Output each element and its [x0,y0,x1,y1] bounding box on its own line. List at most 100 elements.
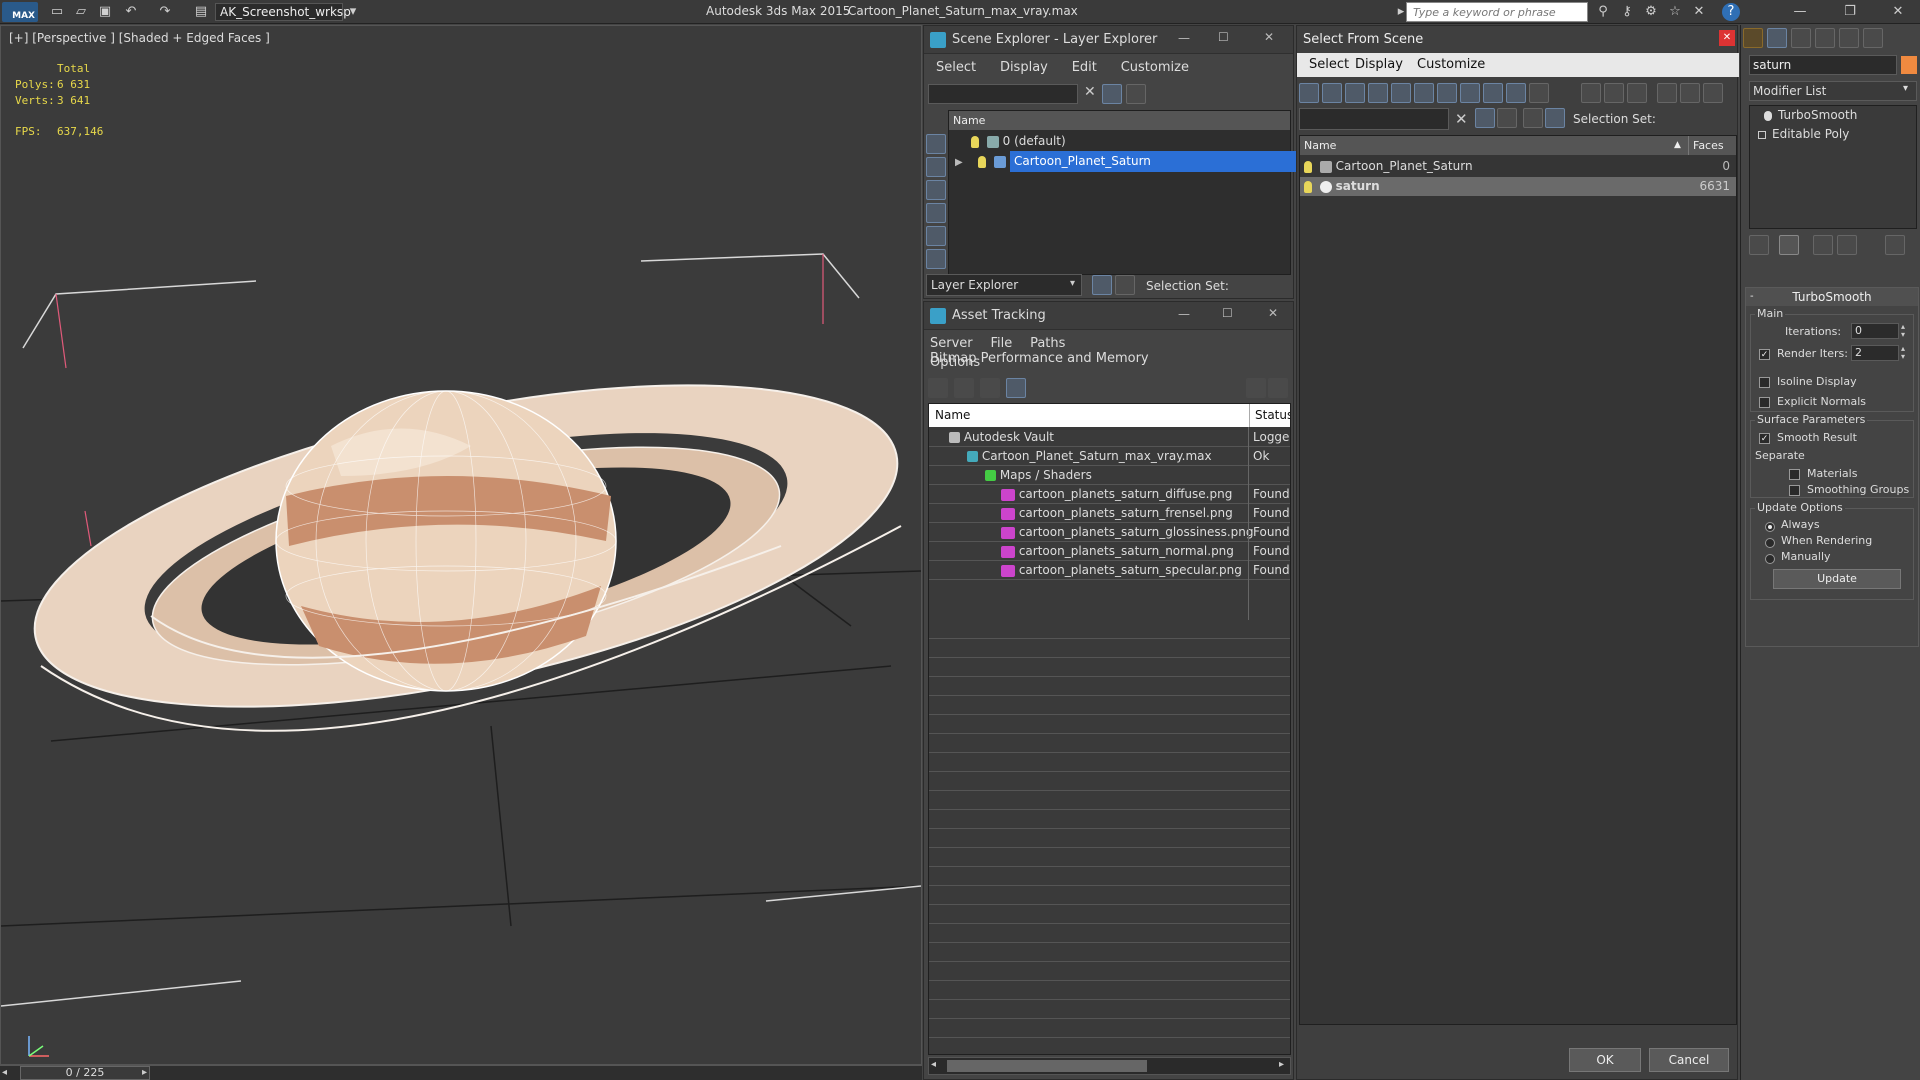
asset-settings-icon[interactable] [1268,378,1288,398]
display-geometry-icon[interactable] [1299,83,1319,103]
project-folder-icon[interactable]: ▤ [192,3,210,21]
redo-icon[interactable]: ↷ [156,3,174,21]
open-file-icon[interactable]: ▱ [72,3,90,21]
menu-select[interactable]: Select [1309,57,1349,72]
filter-toggle-icon[interactable] [1475,108,1495,128]
display-groups-icon[interactable] [1437,83,1457,103]
display-shapes-icon[interactable] [926,180,946,200]
help-icon[interactable]: ? [1722,3,1740,21]
menu-select[interactable]: Select [936,60,976,75]
configure-sets-icon[interactable] [1885,235,1905,255]
clear-filter-icon[interactable]: ✕ [1084,84,1096,100]
display-cameras-icon[interactable] [926,226,946,246]
menu-edit[interactable]: Edit [1072,60,1097,75]
show-end-result-icon[interactable] [1779,235,1799,255]
star-icon[interactable]: ☆ [1666,3,1684,21]
display-xrefs-icon[interactable] [1460,83,1480,103]
asset-row[interactable]: Cartoon_Planet_Saturn_max_vray.max Ok [929,447,1290,466]
expand-arrow-icon[interactable]: ▶ [955,157,963,168]
display-helpers-icon[interactable] [1391,83,1411,103]
scene-explorer-filter-input[interactable] [928,84,1078,104]
always-radio[interactable] [1765,519,1780,533]
exchange-icon[interactable]: ✕ [1690,3,1708,21]
asset-tracking-close-icon[interactable]: ✕ [1268,306,1278,320]
scroll-right-icon[interactable]: ▸ [1279,1059,1284,1070]
asset-col-name[interactable]: Name [935,404,970,427]
modifier-stack-item-editable-poly[interactable]: Editable Poly [1750,125,1916,144]
menu-options[interactable]: Options [930,355,980,370]
layer-visibility-icon[interactable] [978,155,987,168]
display-none-icon[interactable] [926,134,946,154]
filter-icon[interactable] [1657,83,1677,103]
sort-by-layer-icon[interactable] [1092,275,1112,295]
menu-display[interactable]: Display [1000,60,1048,75]
menu-file[interactable]: File [990,336,1012,351]
make-unique-icon[interactable] [1813,235,1833,255]
rollout-header[interactable]: - TurboSmooth [1746,288,1918,306]
display-geometry-icon[interactable] [926,157,946,177]
workspace-dropdown[interactable]: AK_Screenshot_wrksp [215,3,351,21]
save-file-icon[interactable]: ▣ [96,3,114,21]
hierarchy-tab-icon[interactable] [1791,28,1811,48]
scroll-left-icon[interactable]: ◂ [931,1059,936,1070]
object-color-swatch[interactable] [1901,56,1917,74]
asset-col-status[interactable]: Status [1249,404,1290,427]
scene-explorer-close-icon[interactable]: ✕ [1264,30,1274,44]
layer-row-default[interactable]: 0 (default) [949,132,1290,151]
object-row-selected[interactable]: saturn 6631 [1300,177,1736,196]
render-iters-spinner-arrows-icon[interactable]: ▴ ▾ [1901,345,1905,361]
pin-stack-icon[interactable] [1749,235,1769,255]
render-iters-checkbox[interactable]: ✓ [1759,347,1775,361]
minimize-window-icon[interactable]: — [1780,0,1820,24]
hierarchy-filter-icon[interactable] [1680,83,1700,103]
find-input[interactable] [1299,108,1449,130]
asset-row[interactable]: cartoon_planets_saturn_specular.png Found [929,561,1290,580]
motion-tab-icon[interactable] [1815,28,1835,48]
cancel-button[interactable]: Cancel [1649,1048,1729,1072]
iterations-spinner-arrows-icon[interactable]: ▴ ▾ [1901,323,1905,339]
time-slider-next-icon[interactable]: ▸ [142,1066,156,1080]
asset-row[interactable]: cartoon_planets_saturn_normal.png Found [929,542,1290,561]
key-icon[interactable]: ⚷ [1618,3,1636,21]
smooth-result-checkbox[interactable]: ✓ [1759,431,1775,445]
when-rendering-radio[interactable] [1765,535,1780,549]
menu-display[interactable]: Display [1355,57,1403,72]
find-case-icon[interactable] [1497,108,1517,128]
list-view-icon[interactable] [954,378,974,398]
object-row[interactable]: Cartoon_Planet_Saturn 0 [1300,157,1736,176]
filter-toggle-icon[interactable] [1102,84,1122,104]
display-cameras-icon[interactable] [1368,83,1388,103]
display-lights-icon[interactable] [1345,83,1365,103]
menu-server[interactable]: Server [930,336,973,351]
sort-arrow-icon[interactable]: ▲ [1674,136,1681,155]
modifier-stack-item-turbosmooth[interactable]: TurboSmooth [1750,106,1916,125]
clear-find-icon[interactable]: ✕ [1455,110,1468,128]
asset-tracking-minimize-icon[interactable]: — [1178,307,1190,321]
layer-row-saturn[interactable]: ▶ Cartoon_Planet_Saturn [949,151,1301,172]
collapse-rollout-icon[interactable]: - [1750,288,1754,306]
lightbulb-icon[interactable] [1764,110,1772,121]
menu-customize[interactable]: Customize [1121,60,1189,75]
remove-modifier-icon[interactable] [1837,235,1857,255]
perspective-viewport[interactable]: [+] [Perspective ] [Shaded + Edged Faces… [0,25,922,1065]
select-from-scene-close-icon[interactable]: ✕ [1719,30,1735,46]
display-tab-icon[interactable] [1839,28,1859,48]
object-visibility-icon[interactable] [1304,180,1312,193]
sort-by-layer-icon[interactable] [1523,108,1543,128]
menu-customize[interactable]: Customize [1417,57,1485,72]
display-bones-icon[interactable] [1483,83,1503,103]
new-file-icon[interactable]: ▭ [48,3,66,21]
smoothing-groups-checkbox[interactable] [1789,483,1805,497]
manually-radio[interactable] [1765,551,1780,565]
scene-explorer-minimize-icon[interactable]: — [1178,31,1190,45]
time-slider-prev-icon[interactable]: ◂ [2,1066,16,1080]
create-tab-icon[interactable] [1743,28,1763,48]
object-name-input[interactable]: saturn [1749,55,1897,75]
time-slider[interactable]: ◂ 0 / 225 ▸ [0,1065,922,1080]
refresh-icon[interactable] [928,378,948,398]
display-spacewarps-icon[interactable] [1414,83,1434,103]
asset-row[interactable]: Autodesk Vault Logged [929,428,1290,447]
display-invert-icon[interactable] [1627,83,1647,103]
close-window-icon[interactable]: ✕ [1878,0,1918,24]
materials-checkbox[interactable] [1789,467,1805,481]
